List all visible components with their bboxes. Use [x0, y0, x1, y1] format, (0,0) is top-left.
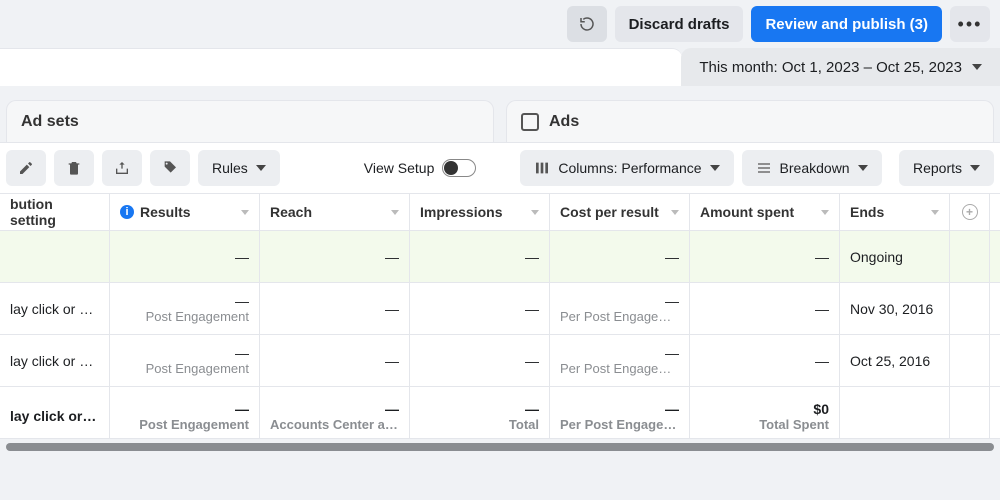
table-toolbar: Rules View Setup Columns: Performance Br… [0, 142, 1000, 194]
date-range-label: This month: Oct 1, 2023 – Oct 25, 2023 [699, 59, 962, 76]
columns-dropdown[interactable]: Columns: Performance [520, 150, 733, 186]
horizontal-scrollbar[interactable] [6, 443, 994, 451]
cell-amount: — [690, 283, 840, 334]
cell-ends: Nov 30, 2016 [840, 283, 950, 334]
tab-ads[interactable]: Ads [506, 100, 994, 142]
delete-button[interactable] [54, 150, 94, 186]
breakdown-label: Breakdown [780, 160, 850, 176]
refresh-icon [578, 15, 596, 33]
cell-plus [950, 283, 990, 334]
export-icon [114, 160, 130, 176]
cell-ends [840, 387, 950, 439]
cell-results: —Post Engagement [110, 387, 260, 439]
cell-results: —Post Engagement [110, 335, 260, 386]
export-button[interactable] [102, 150, 142, 186]
cell-attribution: lay click or 1-… [0, 387, 110, 439]
cell-results: —Post Engagement [110, 283, 260, 334]
cell-attribution: lay click or 1… [0, 335, 110, 386]
cell-attribution: lay click or 1… [0, 283, 110, 334]
cell-ends: Oct 25, 2016 [840, 335, 950, 386]
rules-label: Rules [212, 160, 248, 176]
tab-ad-sets[interactable]: Ad sets [6, 100, 494, 142]
col-cost-per-result[interactable]: Cost per result [550, 194, 690, 230]
tab-ads-label: Ads [549, 113, 579, 131]
sort-icon [671, 210, 679, 215]
chevron-down-icon [858, 165, 868, 171]
cell-impressions: — [410, 283, 550, 334]
cell-reach: — [260, 283, 410, 334]
cell-amount: $0Total Spent [690, 387, 840, 439]
cell-results: — [110, 231, 260, 282]
pencil-icon [18, 160, 34, 176]
table-row[interactable]: —————Ongoing [0, 231, 1000, 283]
sort-icon [821, 210, 829, 215]
more-button[interactable]: ••• [950, 6, 990, 42]
chevron-down-icon [710, 165, 720, 171]
sort-icon [241, 210, 249, 215]
chevron-down-icon [256, 165, 266, 171]
columns-label: Columns: Performance [558, 160, 701, 176]
chevron-down-icon [972, 64, 982, 70]
tabs-row: Ad sets Ads [0, 100, 1000, 142]
table-row[interactable]: lay click or 1…—Post Engagement———Per Po… [0, 335, 1000, 387]
col-ends[interactable]: Ends [840, 194, 950, 230]
cell-impressions: —Total [410, 387, 550, 439]
cell-reach: —Accounts Center ac… [260, 387, 410, 439]
top-action-bar: Discard drafts Review and publish (3) ••… [0, 0, 1000, 48]
breakdown-dropdown[interactable]: Breakdown [742, 150, 882, 186]
cell-plus [950, 387, 990, 439]
cell-ends: Ongoing [840, 231, 950, 282]
discard-drafts-button[interactable]: Discard drafts [615, 6, 744, 42]
cell-plus [950, 335, 990, 386]
cell-plus [950, 231, 990, 282]
col-attribution[interactable]: bution setting [0, 194, 110, 230]
ads-icon [521, 113, 539, 131]
reports-label: Reports [913, 160, 962, 176]
cell-cpr: —Per Post Engagement [550, 387, 690, 439]
date-range-picker[interactable]: This month: Oct 1, 2023 – Oct 25, 2023 [681, 48, 1000, 86]
review-publish-button[interactable]: Review and publish (3) [751, 6, 942, 42]
cell-impressions: — [410, 231, 550, 282]
sort-icon [931, 210, 939, 215]
breakdown-icon [756, 160, 772, 176]
refresh-button[interactable] [567, 6, 607, 42]
plus-icon: + [962, 204, 978, 220]
cell-impressions: — [410, 335, 550, 386]
data-table: bution setting i Results Reach Impressio… [0, 194, 1000, 439]
cell-cpr: —Per Post Engagem… [550, 335, 690, 386]
chevron-down-icon [970, 165, 980, 171]
table-header-row: bution setting i Results Reach Impressio… [0, 194, 1000, 231]
cell-cpr: —Per Post Engagem… [550, 283, 690, 334]
col-results[interactable]: i Results [110, 194, 260, 230]
tab-ad-sets-label: Ad sets [21, 113, 79, 131]
cell-amount: — [690, 231, 840, 282]
ellipsis-icon: ••• [958, 14, 983, 35]
tag-button[interactable] [150, 150, 190, 186]
cell-reach: — [260, 335, 410, 386]
tag-icon [162, 160, 178, 176]
table-summary-row: lay click or 1-… —Post Engagement —Accou… [0, 387, 1000, 439]
sort-icon [531, 210, 539, 215]
cell-amount: — [690, 335, 840, 386]
date-range-row: This month: Oct 1, 2023 – Oct 25, 2023 [0, 48, 1000, 86]
view-setup-toggle[interactable]: View Setup [356, 159, 485, 177]
col-impressions[interactable]: Impressions [410, 194, 550, 230]
sort-icon [391, 210, 399, 215]
cell-attribution [0, 231, 110, 282]
date-range-spacer [0, 48, 682, 86]
col-reach[interactable]: Reach [260, 194, 410, 230]
trash-icon [66, 160, 82, 176]
rules-dropdown[interactable]: Rules [198, 150, 280, 186]
view-setup-label: View Setup [364, 160, 435, 176]
reports-dropdown[interactable]: Reports [899, 150, 994, 186]
col-add[interactable]: + [950, 194, 990, 230]
columns-icon [534, 160, 550, 176]
cell-reach: — [260, 231, 410, 282]
info-icon: i [120, 205, 134, 219]
col-amount-spent[interactable]: Amount spent [690, 194, 840, 230]
edit-button[interactable] [6, 150, 46, 186]
toggle-off-icon [442, 159, 476, 177]
cell-cpr: — [550, 231, 690, 282]
table-row[interactable]: lay click or 1…—Post Engagement———Per Po… [0, 283, 1000, 335]
